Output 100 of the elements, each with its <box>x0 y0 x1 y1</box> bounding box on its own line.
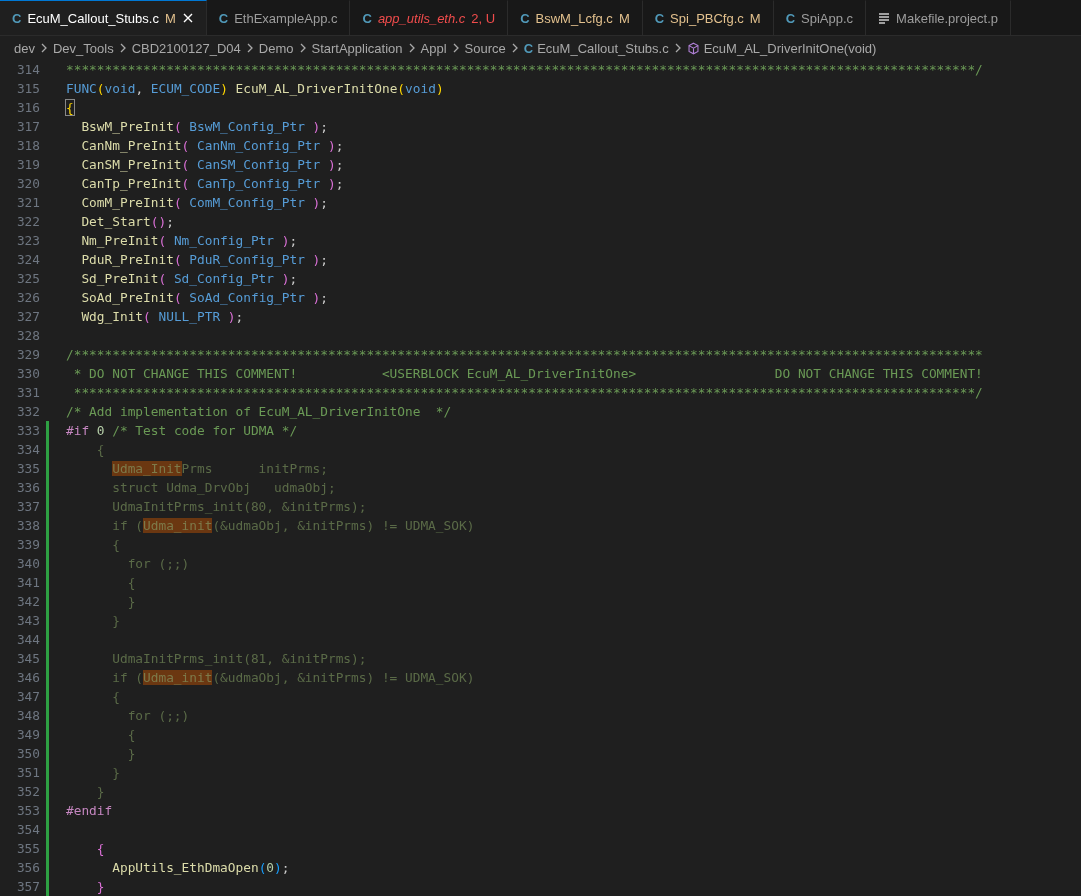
c-file-icon: C <box>785 10 796 26</box>
code-line: Sd_PreInit( Sd_Config_Ptr ); <box>80 271 298 286</box>
line-number: 332 <box>15 404 40 419</box>
breadcrumb-item[interactable]: StartApplication <box>311 40 403 56</box>
code-line: FUNC(void, ECUM_CODE) EcuM_AL_DriverInitOne(void) <box>66 81 444 96</box>
code-line: /* Add implementation of EcuM_AL_DriverInitOne */ <box>66 404 452 419</box>
code-line: PduR_PreInit( PduR_Config_Ptr ); <box>80 252 328 267</box>
line-number: 356 <box>15 860 40 875</box>
c-file-icon: C <box>362 10 372 26</box>
line-number: 326 <box>15 290 40 305</box>
line-number: 350 <box>15 746 40 761</box>
line-number: 337 <box>15 499 40 514</box>
line-number: 333 <box>15 423 40 438</box>
line-number: 325 <box>15 271 40 286</box>
line-number: 321 <box>15 195 40 210</box>
code-line: BswM_PreInit( BswM_Config_Ptr ); <box>80 119 328 134</box>
code-line: ComM_PreInit( ComM_Config_Ptr ); <box>80 195 328 210</box>
code-line: { <box>95 841 105 856</box>
line-number: 329 <box>15 347 40 362</box>
code-line: for (;;) <box>126 708 190 723</box>
code-line: #endif <box>66 803 113 818</box>
code-line: { <box>126 727 136 742</box>
code-line: if (Udma_init(&udmaObj, &initPrms) != UDMA_SOK) <box>111 670 475 685</box>
c-file-icon: C <box>654 10 665 26</box>
line-number: 351 <box>15 765 40 780</box>
code-line: { <box>111 537 120 552</box>
code-line: { <box>66 100 74 115</box>
code-line: Wdg_Init( NULL_PTR ); <box>80 309 244 324</box>
code-line: CanTp_PreInit( CanTp_Config_Ptr ); <box>80 176 344 191</box>
line-number: 344 <box>15 632 40 647</box>
line-number: 349 <box>15 727 40 742</box>
code-line: **********************************************************************************************************************/ <box>66 62 983 77</box>
line-number: 348 <box>15 708 40 723</box>
code-line: UdmaInitPrms_init(81, &initPrms); <box>111 651 367 666</box>
line-number: 328 <box>15 328 40 343</box>
code-line: { <box>111 689 120 704</box>
line-number: 343 <box>15 613 40 628</box>
breadcrumb-item[interactable]: Source <box>464 40 506 56</box>
line-number: 334 <box>15 442 40 457</box>
line-number: 324 <box>15 252 40 267</box>
code-line: *********************************************************************************************************************/ <box>72 385 983 400</box>
code-line: CanNm_PreInit( CanNm_Config_Ptr ); <box>80 138 344 153</box>
line-number: 316 <box>15 100 40 115</box>
breadcrumb-item[interactable]: CBD2100127_D04 <box>131 40 241 56</box>
line-number: 330 <box>15 366 40 381</box>
close-icon[interactable] <box>181 12 194 24</box>
code-line: Udma_InitPrms initPrms; <box>111 461 328 476</box>
code-line: if (Udma_init(&udmaObj, &initPrms) != UDMA_SOK) <box>111 518 475 533</box>
c-file-icon: C <box>523 40 534 56</box>
code-line: * DO NOT CHANGE THIS COMMENT! <USERBLOCK EcuM_AL_DriverInitOne> DO NOT CHANGE THIS COMMENT! <box>72 366 983 381</box>
breadcrumb-item[interactable]: dev <box>14 40 35 56</box>
breadcrumb-item[interactable]: Appl <box>420 40 447 56</box>
line-number: 346 <box>15 670 40 685</box>
text-file-icon <box>878 12 891 24</box>
code-line: } <box>126 594 136 609</box>
breadcrumb-item[interactable]: EcuM_Callout_Stubs.c <box>537 40 669 56</box>
line-number: 347 <box>15 689 40 704</box>
line-number: 340 <box>15 556 40 571</box>
line-number: 355 <box>15 841 40 856</box>
line-number: 315 <box>15 81 40 96</box>
line-number: 323 <box>15 233 40 248</box>
c-file-icon: C <box>520 10 530 26</box>
code-line: } <box>111 765 120 780</box>
code-line: Nm_PreInit( Nm_Config_Ptr ); <box>80 233 298 248</box>
code-line: UdmaInitPrms_init(80, &initPrms); <box>111 499 367 514</box>
line-number: 319 <box>15 157 40 172</box>
line-number: 327 <box>15 309 40 324</box>
code-line: for (;;) <box>126 556 190 571</box>
breadcrumb-item[interactable]: EcuM_AL_DriverInitOne(void) <box>703 40 877 56</box>
editor-tab[interactable]: C EcuM_Callout_Stubs.c M <box>0 0 207 35</box>
code-line: SoAd_PreInit( SoAd_Config_Ptr ); <box>80 290 328 305</box>
line-number: 354 <box>15 822 40 837</box>
line-number: 335 <box>15 461 40 476</box>
code-line: } <box>95 784 105 799</box>
line-number: 341 <box>15 575 40 590</box>
code-line: struct Udma_DrvObj udmaObj; <box>111 480 336 495</box>
line-number: 338 <box>15 518 40 533</box>
line-number: 345 <box>15 651 40 666</box>
line-number: 322 <box>15 214 40 229</box>
code-line: } <box>95 879 105 894</box>
code-line: /********************************************************************************************************************** <box>66 347 983 362</box>
code-line: } <box>111 613 120 628</box>
c-file-icon: C <box>218 10 229 26</box>
breadcrumb-item[interactable]: Dev_Tools <box>52 40 114 56</box>
breadcrumb-item[interactable]: Demo <box>258 40 294 56</box>
c-file-icon: C <box>12 10 22 26</box>
cube-icon <box>686 41 700 55</box>
code-line: #if 0 /* Test code for UDMA */ <box>66 423 298 438</box>
code-line: } <box>126 746 136 761</box>
line-number: 314 <box>15 62 40 77</box>
line-number: 353 <box>15 803 40 818</box>
code-line: Det_Start(); <box>80 214 174 229</box>
line-number: 320 <box>15 176 40 191</box>
line-number: 357 <box>15 879 40 894</box>
code-line: AppUtils_EthDmaOpen(0); <box>111 860 290 875</box>
line-number: 352 <box>15 784 40 799</box>
code-line: CanSM_PreInit( CanSM_Config_Ptr ); <box>80 157 344 172</box>
line-number: 342 <box>15 594 40 609</box>
line-number: 317 <box>15 119 40 134</box>
line-number: 318 <box>15 138 40 153</box>
